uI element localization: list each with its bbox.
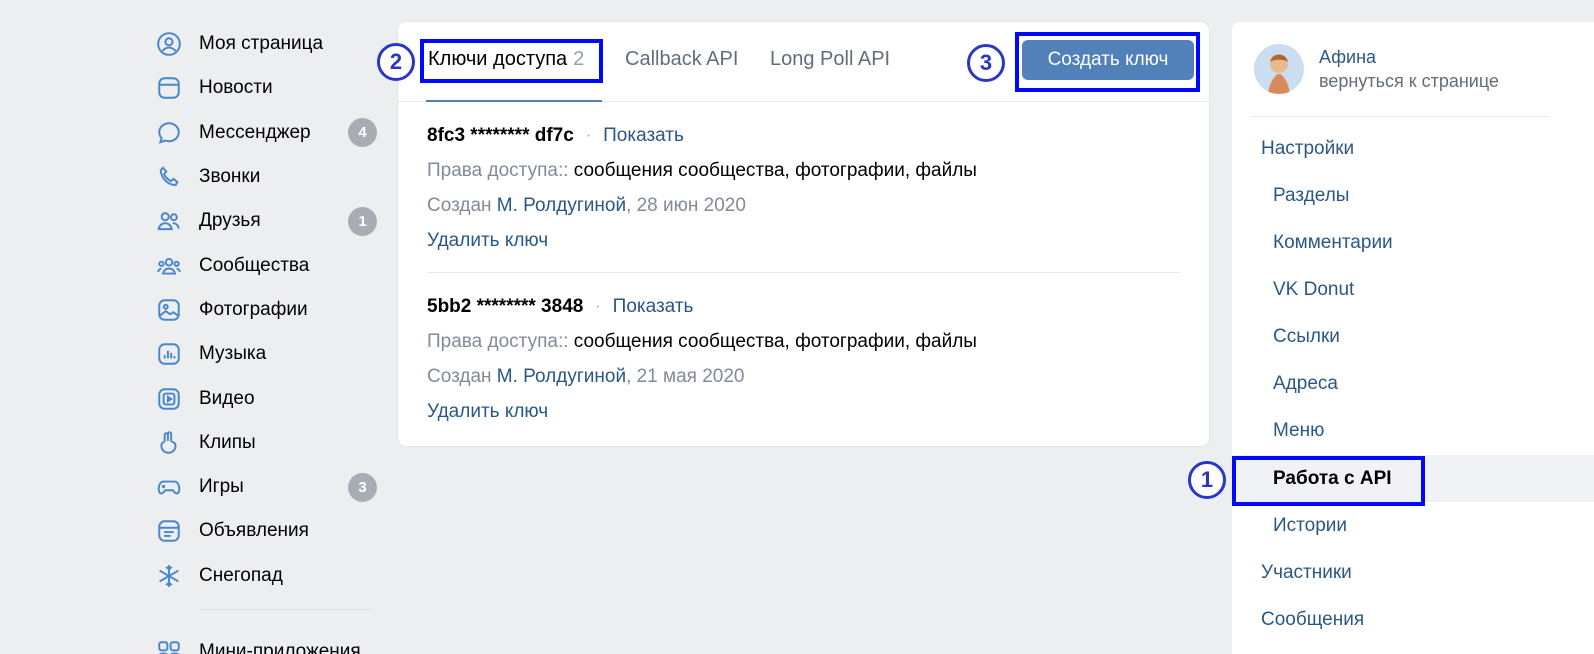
message-bubble-icon [155,119,183,147]
delete-key-link[interactable]: Удалить ключ [427,401,548,422]
menu-item-comments[interactable]: Комментарии [1232,219,1594,266]
rights-value: сообщения сообщества, фотографии, файлы [573,331,977,352]
annotation-marker-1: 1 [1188,461,1226,499]
classifieds-icon [155,517,183,545]
nav-label: Друзья [199,210,261,232]
news-icon [155,74,183,102]
nav-item-friends[interactable]: Друзья 1 [155,199,380,243]
menu-divider [1252,116,1548,117]
highlight-create-key-button [1015,32,1200,92]
annotation-marker-3: 3 [967,44,1005,82]
nav-label: Мини-приложения [199,641,361,654]
nav-label: Клипы [199,431,256,453]
games-badge: 3 [348,472,377,502]
apps-icon [155,638,183,654]
left-navigation: Моя страница Новости Мессенджер 4 Звонки… [155,22,380,654]
phone-icon [155,163,183,191]
nav-label: Фотографии [199,298,308,320]
rights-label: Права доступа:: [427,331,569,352]
nav-label: Сообщества [199,254,310,276]
nav-label: Моя страница [199,33,324,55]
clips-icon [155,429,183,457]
creator-link[interactable]: М. Ролдугиной [497,366,626,387]
creator-link[interactable]: М. Ролдугиной [497,195,626,216]
unread-badge: 4 [348,118,377,148]
nav-label: Объявления [199,520,309,542]
nav-divider [200,609,372,610]
separator-dot: · [595,298,601,315]
nav-item-communities[interactable]: Сообщества [155,243,380,287]
gamepad-icon [155,473,183,501]
created-label: Создан [427,366,492,387]
nav-item-classifieds[interactable]: Объявления [155,509,380,553]
annotation-marker-2: 2 [377,43,415,81]
friends-badge: 1 [348,206,377,236]
tab-callback-api[interactable]: Callback API [625,48,738,71]
music-icon [155,340,183,368]
nav-item-mini-apps[interactable]: Мини-приложения [155,630,361,654]
community-settings-menu: Афина вернуться к странице Настройки Раз… [1232,22,1594,654]
nav-item-photos[interactable]: Фотографии [155,288,380,332]
key-divider [427,272,1180,273]
highlight-api-menu-item [1232,456,1425,506]
nav-label: Игры [199,476,244,498]
photo-icon [155,296,183,324]
avatar[interactable] [1254,44,1304,94]
nav-item-music[interactable]: Музыка [155,332,380,376]
nav-label: Снегопад [199,564,283,586]
key-id: 8fc3 ******** df7c [427,125,574,146]
nav-item-clips[interactable]: Клипы [155,421,380,465]
snowflake-icon [155,562,183,590]
video-icon [155,385,183,413]
nav-label: Звонки [199,166,261,188]
nav-label: Новости [199,77,273,99]
nav-item-video[interactable]: Видео [155,376,380,420]
menu-item-sections[interactable]: Разделы [1232,172,1594,219]
access-key-item: 8fc3 ******** df7c · Показать Права дост… [427,125,1187,252]
access-key-item: 5bb2 ******** 3848 · Показать Права дост… [427,296,1187,423]
nav-label: Музыка [199,343,267,365]
active-tab-underline [426,100,602,102]
menu-item-vk-donut[interactable]: VK Donut [1232,266,1594,313]
menu-item-menu[interactable]: Меню [1232,407,1594,454]
menu-item-members[interactable]: Участники [1232,549,1594,596]
menu-item-addresses[interactable]: Адреса [1232,360,1594,407]
delete-key-link[interactable]: Удалить ключ [427,230,548,251]
rights-label: Права доступа:: [427,160,569,181]
nav-item-my-page[interactable]: Моя страница [155,22,380,66]
nav-item-news[interactable]: Новости [155,66,380,110]
created-date: , 28 июн 2020 [626,195,746,216]
menu-item-links[interactable]: Ссылки [1232,313,1594,360]
show-key-link[interactable]: Показать [603,125,684,147]
tab-long-poll-api[interactable]: Long Poll API [770,48,890,71]
key-id: 5bb2 ******** 3848 [427,296,584,317]
menu-item-messages[interactable]: Сообщения [1232,596,1594,643]
created-label: Создан [427,195,492,216]
show-key-link[interactable]: Показать [613,296,694,318]
friends-icon [155,207,183,235]
menu-item-settings[interactable]: Настройки [1232,125,1594,172]
rights-value: сообщения сообщества, фотографии, файлы [573,160,977,181]
created-date: , 21 мая 2020 [626,366,745,387]
user-circle-icon [155,30,183,58]
community-name-link[interactable]: Афина [1319,47,1376,68]
nav-item-messenger[interactable]: Мессенджер 4 [155,111,380,155]
highlight-access-keys-tab [420,39,603,83]
nav-item-snowfall[interactable]: Снегопад [155,554,380,598]
nav-item-games[interactable]: Игры 3 [155,465,380,509]
nav-item-calls[interactable]: Звонки [155,155,380,199]
separator-dot: · [585,127,592,144]
back-to-page-link[interactable]: вернуться к странице [1319,71,1499,92]
communities-icon [155,252,183,280]
menu-item-stories[interactable]: Истории [1232,502,1594,549]
nav-label: Мессенджер [199,121,311,143]
nav-label: Видео [199,387,255,409]
